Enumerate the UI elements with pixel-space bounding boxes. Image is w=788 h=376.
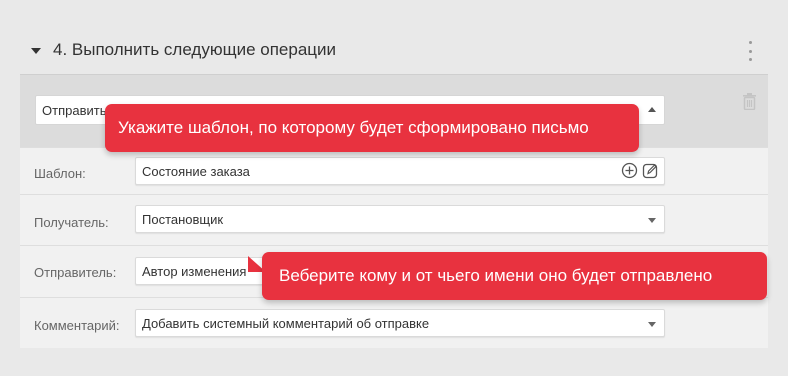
template-field[interactable]: Состояние заказа [135,157,665,185]
recipient-select[interactable]: Постановщик [135,205,665,233]
caret-down-icon [648,322,656,327]
edit-icon[interactable] [642,162,659,179]
comment-value: Добавить системный комментарий об отправ… [142,316,430,331]
section-header: 4. Выполнить следующие операции [0,0,788,74]
recipient-value: Постановщик [142,212,224,227]
template-label: Шаблон: [34,166,86,181]
action-select-value: Отправить [42,103,107,118]
recipient-label: Получатель: [34,215,109,230]
template-value: Состояние заказа [142,164,250,179]
caret-up-icon [648,107,656,112]
caret-down-icon [648,218,656,223]
trash-icon[interactable] [741,92,758,110]
comment-label: Комментарий: [34,318,120,333]
recipient-hint-tooltip: Веберите кому и от чьего имени оно будет… [262,252,767,300]
sender-label: Отправитель: [34,265,117,280]
section-title: 4. Выполнить следующие операции [53,40,336,59]
comment-select[interactable]: Добавить системный комментарий об отправ… [135,309,665,337]
sender-value: Автор изменения [142,264,247,279]
add-circle-icon[interactable] [621,162,638,179]
collapse-arrow-icon[interactable] [31,48,41,54]
template-hint-tooltip: Укажите шаблон, по которому будет сформи… [105,104,639,152]
kebab-menu-icon[interactable] [746,41,754,61]
